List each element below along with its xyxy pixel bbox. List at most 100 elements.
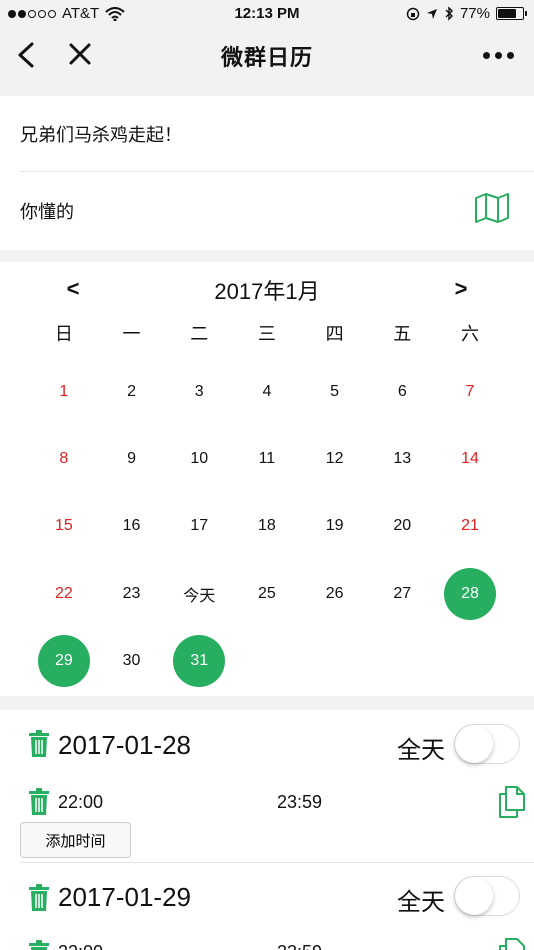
calendar-day[interactable]: 20	[368, 493, 436, 560]
calendar-day[interactable]: 19	[301, 493, 369, 560]
date-entries: 2017-01-28 全天 22:00 23:59 添加时间 2017-01-2…	[0, 710, 534, 950]
calendar-day-number: 19	[325, 517, 344, 535]
entry-date-row: 2017-01-28 全天	[0, 710, 534, 778]
weekday-label: 四	[325, 324, 344, 344]
trash-icon[interactable]	[28, 730, 50, 758]
weekday-label: 日	[54, 324, 73, 344]
time-range-row[interactable]: 22:00 23:59	[0, 936, 534, 950]
calendar-day-number: 10	[190, 450, 209, 468]
calendar-day[interactable]: 1	[30, 358, 98, 425]
calendar-day[interactable]: 22	[30, 560, 98, 627]
calendar-day[interactable]: 10	[165, 425, 233, 492]
battery-icon	[496, 7, 527, 20]
trash-icon[interactable]	[28, 788, 50, 816]
calendar-day	[436, 628, 504, 695]
calendar-day[interactable]: 2	[98, 358, 166, 425]
calendar-day-number: 29	[37, 635, 90, 688]
start-time[interactable]: 22:00	[58, 792, 103, 813]
calendar-day-number: 17	[190, 517, 209, 535]
event-title: 兄弟们马杀鸡走起！	[20, 124, 182, 145]
divider	[20, 862, 534, 863]
end-time[interactable]: 23:59	[277, 942, 322, 950]
calendar-day-number: 25	[258, 584, 276, 602]
calendar-day-number	[241, 635, 293, 687]
all-day-toggle[interactable]	[454, 876, 520, 916]
map-icon[interactable]	[474, 193, 510, 223]
orientation-lock-icon	[406, 7, 420, 20]
calendar-day[interactable]: 29	[30, 628, 98, 695]
calendar-day-number: 27	[393, 584, 412, 602]
calendar-day-number: 7	[465, 382, 475, 400]
calendar-day[interactable]: 31	[165, 628, 233, 695]
status-bar: AT&T 12:13 PM 77%	[0, 0, 534, 28]
calendar-day[interactable]: 3	[165, 358, 233, 425]
all-day-toggle[interactable]	[454, 724, 520, 764]
chevron-left-icon[interactable]	[14, 42, 40, 68]
calendar-day-number: 11	[258, 450, 276, 468]
end-time[interactable]: 23:59	[277, 792, 322, 813]
calendar-day-number: 5	[330, 382, 340, 400]
calendar-day-number: 14	[461, 450, 479, 468]
entry-date: 2017-01-29	[58, 882, 191, 912]
calendar-day[interactable]: 9	[98, 425, 166, 492]
close-icon[interactable]	[66, 40, 94, 68]
copy-icon[interactable]	[497, 786, 527, 818]
calendar-day[interactable]: 5	[301, 358, 369, 425]
calendar-day[interactable]: 25	[233, 560, 301, 627]
calendar-day[interactable]: 12	[301, 425, 369, 492]
calendar-day[interactable]: 21	[436, 493, 504, 560]
calendar-day-number: 今天	[183, 587, 216, 605]
event-location: 你懂的	[20, 202, 74, 222]
event-location-row[interactable]: 你懂的	[20, 173, 534, 249]
calendar-day[interactable]: 30	[98, 628, 166, 695]
calendar-day-number: 30	[122, 652, 141, 670]
calendar-day[interactable]: 11	[233, 425, 301, 492]
calendar-day[interactable]: 27	[368, 560, 436, 627]
calendar-day[interactable]: 28	[436, 560, 504, 627]
calendar-day[interactable]: 23	[98, 560, 166, 627]
calendar-day-number: 22	[54, 584, 73, 602]
toggle-knob	[455, 725, 493, 763]
calendar-day[interactable]: 14	[436, 425, 504, 492]
calendar-header: < 2017年1月 >	[0, 272, 534, 306]
calendar-day	[233, 628, 301, 695]
calendar-day-number: 15	[54, 517, 73, 535]
weekday-header: 日 一 二 三 四 五 六	[30, 320, 504, 346]
location-icon	[426, 8, 437, 19]
calendar-day-number: 8	[59, 450, 69, 468]
calendar-day-number: 2	[127, 382, 136, 400]
bluetooth-icon	[445, 6, 453, 21]
calendar-day[interactable]: 8	[30, 425, 98, 492]
next-month-button[interactable]: >	[446, 276, 476, 302]
add-time-button[interactable]: 添加时间	[20, 822, 131, 858]
calendar-day[interactable]: 17	[165, 493, 233, 560]
calendar-day-number: 13	[393, 450, 412, 468]
calendar-day	[301, 628, 369, 695]
calendar-day[interactable]: 7	[436, 358, 504, 425]
calendar-day[interactable]: 18	[233, 493, 301, 560]
calendar: < 2017年1月 > 日 一 二 三 四 五 六 1 2 3 4 5 6 7 8 9 10 11 1…	[0, 262, 534, 696]
start-time[interactable]: 22:00	[58, 942, 103, 950]
calendar-day[interactable]: 4	[233, 358, 301, 425]
calendar-day-number: 18	[258, 517, 276, 535]
calendar-day[interactable]: 16	[98, 493, 166, 560]
trash-icon[interactable]	[28, 884, 50, 912]
prev-month-button[interactable]: <	[58, 276, 88, 302]
calendar-day[interactable]: 6	[368, 358, 436, 425]
copy-icon[interactable]	[497, 938, 527, 950]
more-horizontal-icon[interactable]	[483, 52, 514, 59]
weekday-label: 二	[190, 324, 209, 344]
time-range-row[interactable]: 22:00 23:59	[0, 784, 534, 824]
calendar-day[interactable]: 13	[368, 425, 436, 492]
entry-date: 2017-01-28	[58, 730, 191, 760]
all-day-label: 全天	[397, 737, 445, 764]
weekday-label: 五	[393, 324, 412, 344]
calendar-day-number: 6	[397, 382, 407, 400]
calendar-day-number	[376, 635, 428, 687]
calendar-day[interactable]: 26	[301, 560, 369, 627]
calendar-days-grid: 1 2 3 4 5 6 7 8 9 10 11 12 13 14 15 16 17 18 19 20 21 22 23 今天 2…	[30, 358, 504, 695]
entry-date-row: 2017-01-29 全天	[0, 864, 534, 932]
calendar-day[interactable]: 15	[30, 493, 98, 560]
trash-icon[interactable]	[28, 940, 50, 950]
calendar-day[interactable]: 今天	[165, 560, 233, 627]
